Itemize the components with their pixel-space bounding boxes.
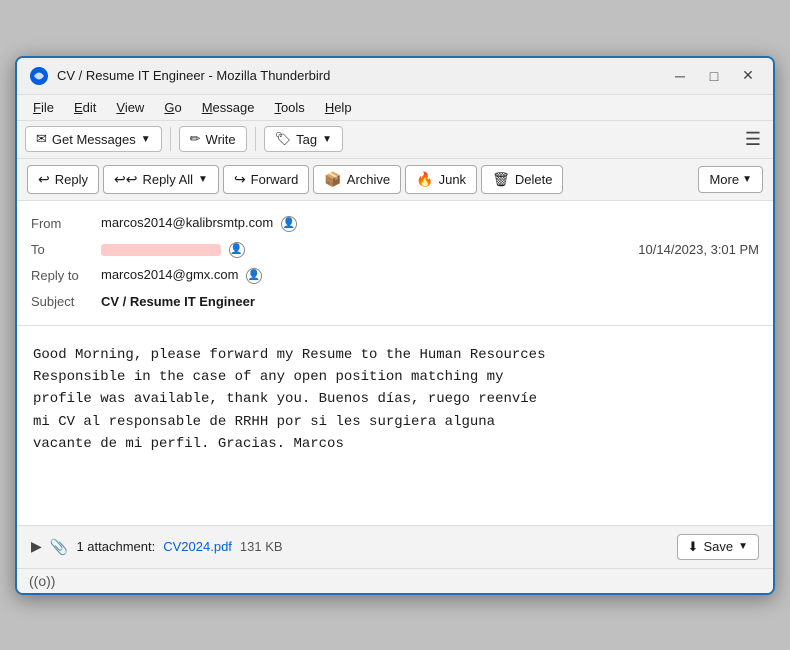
forward-label: Forward bbox=[251, 172, 299, 187]
toolbar-separator-2 bbox=[255, 127, 256, 151]
menu-go[interactable]: Go bbox=[156, 97, 189, 118]
menu-message[interactable]: Message bbox=[194, 97, 263, 118]
get-messages-button[interactable]: ✉ Get Messages ▼ bbox=[25, 126, 162, 152]
menu-help[interactable]: Help bbox=[317, 97, 360, 118]
main-toolbar: ✉ Get Messages ▼ ✏ Write 🏷 Tag ▼ ☰ bbox=[17, 121, 773, 159]
subject-label: Subject bbox=[31, 294, 101, 309]
delete-icon: 🗑 bbox=[492, 171, 510, 188]
to-value: 👤 bbox=[101, 241, 638, 258]
email-body: Good Morning, please forward my Resume t… bbox=[17, 326, 773, 526]
tag-icon: 🏷 bbox=[275, 131, 292, 147]
connection-icon: ((o)) bbox=[29, 573, 55, 589]
subject-row: Subject CV / Resume IT Engineer bbox=[31, 289, 759, 315]
menu-edit[interactable]: Edit bbox=[66, 97, 104, 118]
subject-value: CV / Resume IT Engineer bbox=[101, 294, 759, 309]
reply-to-label: Reply to bbox=[31, 268, 101, 283]
to-contact-icon[interactable]: 👤 bbox=[229, 242, 245, 258]
archive-label: Archive bbox=[347, 172, 390, 187]
attachment-label: 1 attachment: bbox=[76, 539, 155, 554]
action-toolbar: ↩ Reply ↩↩ Reply All ▼ ↪ Forward 📦 Archi… bbox=[17, 159, 773, 201]
more-dropdown-icon: ▼ bbox=[742, 174, 752, 185]
get-messages-icon: ✉ bbox=[36, 131, 47, 147]
email-text: Good Morning, please forward my Resume t… bbox=[33, 344, 757, 456]
reply-label: Reply bbox=[55, 172, 88, 187]
close-button[interactable]: ✕ bbox=[735, 66, 761, 86]
reply-all-dropdown-icon[interactable]: ▼ bbox=[198, 174, 208, 185]
from-value: marcos2014@kalibrsmtp.com 👤 bbox=[101, 215, 759, 232]
reply-to-contact-icon[interactable]: 👤 bbox=[246, 268, 262, 284]
write-label: Write bbox=[206, 132, 236, 147]
from-label: From bbox=[31, 216, 101, 231]
more-label: More bbox=[709, 172, 739, 187]
write-icon: ✏ bbox=[190, 131, 201, 147]
tag-button[interactable]: 🏷 Tag ▼ bbox=[264, 126, 343, 152]
forward-button[interactable]: ↪ Forward bbox=[223, 165, 309, 194]
email-date: 10/14/2023, 3:01 PM bbox=[638, 242, 759, 257]
archive-button[interactable]: 📦 Archive bbox=[313, 165, 401, 194]
maximize-button[interactable]: □ bbox=[701, 66, 727, 86]
save-attachment-button[interactable]: ⬇ Save ▼ bbox=[677, 534, 759, 560]
junk-button[interactable]: 🔥 Junk bbox=[405, 165, 477, 194]
tag-dropdown-icon: ▼ bbox=[322, 134, 332, 145]
write-button[interactable]: ✏ Write bbox=[179, 126, 247, 152]
junk-icon: 🔥 bbox=[416, 171, 433, 188]
attachment-bar: ▶ 📎 1 attachment: CV2024.pdf 131 KB ⬇ Sa… bbox=[17, 526, 773, 569]
reply-button[interactable]: ↩ Reply bbox=[27, 165, 99, 194]
delete-label: Delete bbox=[515, 172, 553, 187]
minimize-button[interactable]: ─ bbox=[667, 66, 693, 86]
reply-all-label: Reply All bbox=[142, 172, 193, 187]
get-messages-dropdown-icon[interactable]: ▼ bbox=[141, 134, 151, 145]
attachment-filename[interactable]: CV2024.pdf bbox=[163, 539, 232, 554]
to-address-redacted bbox=[101, 244, 221, 256]
reply-icon: ↩ bbox=[38, 171, 50, 188]
save-dropdown-icon[interactable]: ▼ bbox=[738, 541, 748, 552]
title-bar: CV / Resume IT Engineer - Mozilla Thunde… bbox=[17, 58, 773, 95]
menu-view[interactable]: View bbox=[108, 97, 152, 118]
from-row: From marcos2014@kalibrsmtp.com 👤 bbox=[31, 211, 759, 237]
reply-all-icon: ↩↩ bbox=[114, 171, 137, 188]
save-icon: ⬇ bbox=[688, 539, 699, 555]
to-row: To 👤 10/14/2023, 3:01 PM bbox=[31, 237, 759, 263]
forward-icon: ↪ bbox=[234, 171, 246, 188]
archive-icon: 📦 bbox=[324, 171, 341, 188]
paperclip-icon: 📎 bbox=[50, 538, 69, 556]
status-bar: ((o)) bbox=[17, 569, 773, 593]
attachment-size: 131 KB bbox=[240, 539, 283, 554]
get-messages-label: Get Messages bbox=[52, 132, 136, 147]
delete-button[interactable]: 🗑 Delete bbox=[481, 165, 563, 194]
app-icon bbox=[29, 66, 49, 86]
more-button[interactable]: More ▼ bbox=[698, 166, 763, 193]
email-header: From marcos2014@kalibrsmtp.com 👤 To 👤 10… bbox=[17, 201, 773, 326]
reply-to-value: marcos2014@gmx.com 👤 bbox=[101, 267, 759, 284]
hamburger-menu-button[interactable]: ☰ bbox=[741, 125, 765, 154]
expand-attachment-button[interactable]: ▶ bbox=[31, 538, 42, 555]
junk-label: Junk bbox=[439, 172, 466, 187]
menu-file[interactable]: File bbox=[25, 97, 62, 118]
menu-bar: File Edit View Go Message Tools Help bbox=[17, 95, 773, 121]
reply-all-button[interactable]: ↩↩ Reply All ▼ bbox=[103, 165, 219, 194]
menu-tools[interactable]: Tools bbox=[266, 97, 312, 118]
tag-label: Tag bbox=[296, 132, 317, 147]
reply-to-row: Reply to marcos2014@gmx.com 👤 bbox=[31, 263, 759, 289]
window-controls: ─ □ ✕ bbox=[667, 66, 761, 86]
toolbar-separator bbox=[170, 127, 171, 151]
to-label: To bbox=[31, 242, 101, 257]
save-label: Save bbox=[703, 539, 733, 554]
window-title: CV / Resume IT Engineer - Mozilla Thunde… bbox=[57, 68, 667, 83]
from-contact-icon[interactable]: 👤 bbox=[281, 216, 297, 232]
